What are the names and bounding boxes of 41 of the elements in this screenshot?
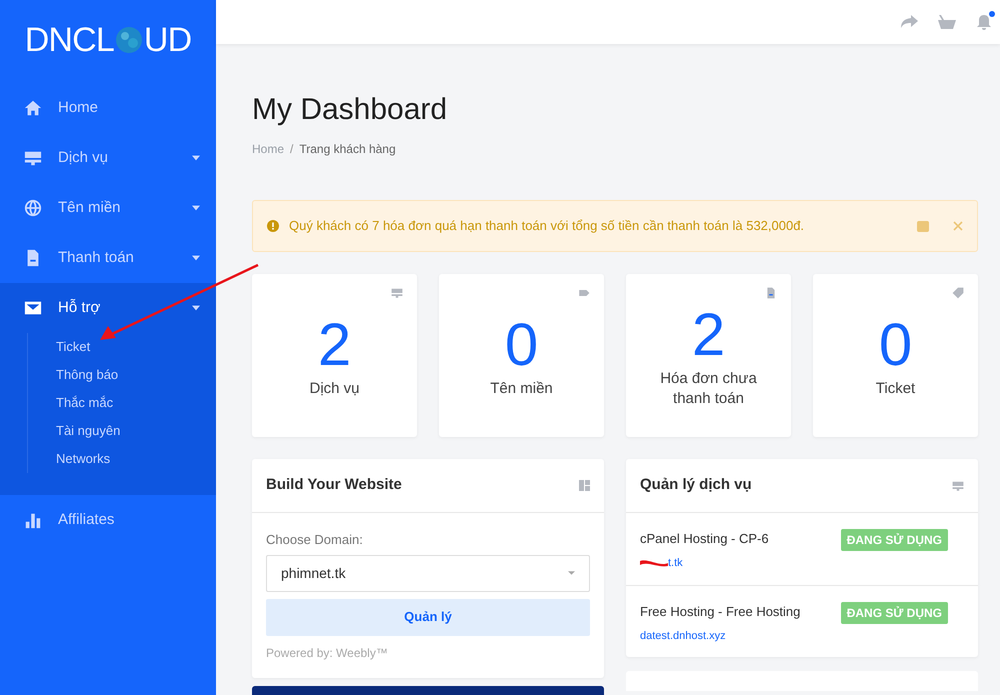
sidebar-item[interactable]: Tên miền [0,183,216,233]
sidebar-item[interactable]: Thanh toán [0,233,216,283]
submenu-item[interactable]: Ticket [56,333,216,361]
stat-label: Dịch vụ [308,378,361,398]
submenu-item[interactable]: Tài nguyên [56,417,216,445]
service-link[interactable]: datest.dnhost.xyz [640,628,726,644]
manage-button[interactable]: Quản lý [266,598,590,636]
stat-card[interactable]: 0 Ticket [813,274,978,437]
sidebar-item[interactable]: Affiliates [0,495,216,545]
stat-value: 0 [878,312,912,376]
logo: DNCL UD [24,20,192,60]
submenu-item[interactable]: Networks [56,445,216,473]
sidebar-item[interactable]: Dịch vụ [0,133,216,183]
status-badge: ĐANG SỬ DỤNG [840,529,948,551]
stat-label: Ticket [874,378,916,398]
powered-by-text: Powered by: Weebly™ [266,644,389,662]
sidebar-item[interactable]: Home [0,83,216,133]
domain-select[interactable]: phimnet.tk [266,554,590,592]
stat-value: 2 [692,302,726,366]
field-label: Choose Domain: [266,531,364,549]
breadcrumb-item: Trang khách hàng [299,141,396,158]
submenu-item[interactable]: Thắc mắc [56,389,216,417]
sidebar-item[interactable]: Hỗ trợ [0,283,216,333]
stat-label: Hóa đơn chưa thanh toán [659,368,758,408]
stat-card[interactable]: 2 Dịch vụ [252,274,417,437]
breadcrumb-item[interactable]: Home [252,140,284,158]
status-badge: ĐANG SỬ DỤNG [840,602,948,624]
panel-title: Quản lý dịch vụ [640,475,752,496]
service-name: Free Hosting - Free Hosting [640,603,800,621]
stat-value: 2 [318,312,352,376]
submenu-item[interactable]: Thông báo [56,361,216,389]
stat-card[interactable]: 0 Tên miền [439,274,604,437]
alert-message: Quý khách có 7 hóa đơn quá hạn thanh toán với tổng số tiền cần thanh toán là 532,000đ. [289,217,806,236]
stat-value: 0 [504,312,538,376]
service-name: cPanel Hosting - CP-6 [640,530,769,548]
breadcrumb-separator: / [290,141,294,158]
stat-card[interactable]: 2 Hóa đơn chưa thanh toán [626,274,791,437]
stat-label: Tên miền [489,378,554,398]
panel-title: Build Your Website [266,475,402,496]
service-link[interactable]: t.tk [668,554,683,571]
page-title: My Dashboard [252,92,448,128]
